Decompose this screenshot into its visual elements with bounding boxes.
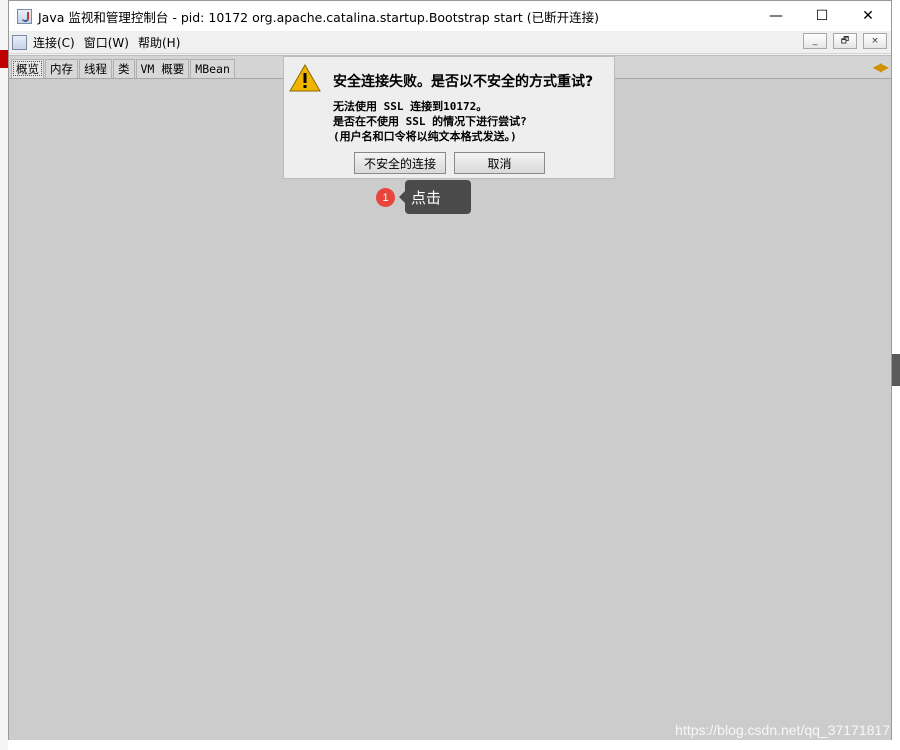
insecure-connection-button[interactable]: 不安全的连接 (354, 152, 446, 174)
click-hint-tooltip: 点击 (399, 180, 471, 214)
background-red-marker (0, 50, 8, 68)
internal-frame-controls: _ 🗗 × (803, 33, 887, 49)
internal-minimize-button[interactable]: _ (803, 33, 827, 49)
warning-icon (289, 63, 321, 92)
cancel-button[interactable]: 取消 (454, 152, 545, 174)
tab-overview[interactable]: 概览 (11, 59, 44, 78)
background-page-left-edge (0, 0, 8, 750)
tab-classes[interactable]: 类 (113, 59, 135, 78)
internal-frame-icon[interactable] (12, 34, 27, 50)
menu-connection[interactable]: 连接(C) (33, 34, 75, 51)
tab-vm-summary[interactable]: VM 概要 (135, 59, 190, 78)
dialog-message: 无法使用 SSL 连接到10172。 是否在不使用 SSL 的情况下进行尝试? … (333, 99, 527, 144)
window-controls: — ☐ ✕ (753, 1, 891, 31)
dialog-message-line: 是否在不使用 SSL 的情况下进行尝试? (333, 115, 527, 128)
menu-help[interactable]: 帮助(H) (138, 34, 180, 51)
menu-bar: 连接(C) 窗口(W) 帮助(H) _ 🗗 × (9, 31, 891, 54)
dialog-title: 安全连接失败。是否以不安全的方式重试? (333, 74, 594, 90)
maximize-button[interactable]: ☐ (799, 1, 845, 31)
watermark: https://blog.csdn.net/qq_37171817 (675, 722, 890, 738)
menu-window[interactable]: 窗口(W) (84, 34, 129, 51)
dialog-message-line: 无法使用 SSL 连接到10172。 (333, 100, 488, 113)
ssl-retry-dialog: 安全连接失败。是否以不安全的方式重试? 无法使用 SSL 连接到10172。 是… (283, 56, 615, 179)
title-bar[interactable]: Java 监视和管理控制台 - pid: 10172 org.apache.ca… (9, 1, 891, 31)
tab-mbeans[interactable]: MBean (190, 59, 235, 78)
tab-scroll-arrows-icon[interactable]: ◀▶ (873, 60, 890, 74)
internal-restore-button[interactable]: 🗗 (833, 33, 857, 49)
tab-memory[interactable]: 内存 (45, 59, 78, 78)
minimize-button[interactable]: — (753, 1, 799, 31)
close-button[interactable]: ✕ (845, 1, 891, 31)
tab-threads[interactable]: 线程 (79, 59, 112, 78)
java-app-icon (17, 8, 32, 24)
step-number-badge: 1 (376, 188, 395, 207)
internal-close-button[interactable]: × (863, 33, 887, 49)
window-title: Java 监视和管理控制台 - pid: 10172 org.apache.ca… (38, 9, 600, 25)
dialog-message-line: (用户名和口令将以纯文本格式发送。) (333, 130, 517, 143)
